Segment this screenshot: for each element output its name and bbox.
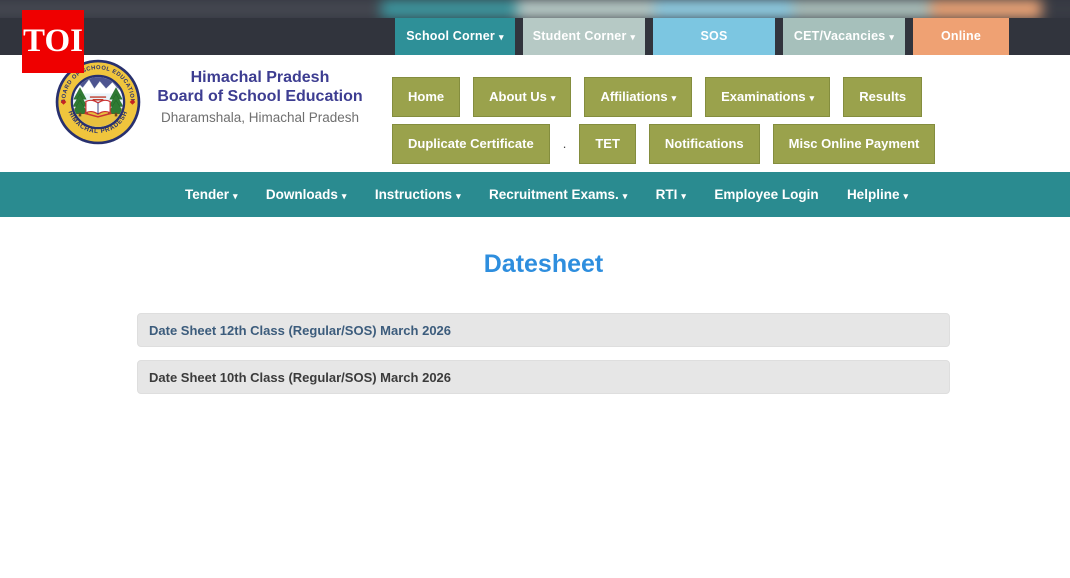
tab-label: SOS — [701, 29, 728, 43]
nav-button-notifications[interactable]: Notifications — [649, 124, 760, 164]
chevron-down-icon: ▾ — [499, 32, 504, 42]
datesheet-list: Date Sheet 12th Class (Regular/SOS) Marc… — [137, 313, 950, 407]
list-item-label: Date Sheet 10th Class (Regular/SOS) Marc… — [149, 370, 451, 385]
snav-tender[interactable]: Tender▾ — [185, 187, 238, 202]
snav-instructions[interactable]: Instructions▾ — [375, 187, 461, 202]
chevron-down-icon: ▾ — [889, 32, 894, 42]
corner-tabs: School Corner ▾ Student Corner ▾ SOS CET/V… — [395, 18, 1009, 55]
hpbose-datesheet-page: School Corner ▾ Student Corner ▾ SOS CET/V… — [0, 0, 1070, 578]
secondary-navigation-bar: Tender▾ Downloads▾ Instructions▾ Recruit… — [0, 172, 1070, 217]
tab-student-corner[interactable]: Student Corner ▾ — [523, 18, 645, 55]
tab-label: School Corner — [406, 29, 495, 43]
tab-school-corner[interactable]: School Corner ▾ — [395, 18, 515, 55]
org-title-block: Himachal Pradesh Board of School Educati… — [140, 68, 380, 125]
list-item-datesheet-12th[interactable]: Date Sheet 12th Class (Regular/SOS) Marc… — [137, 313, 950, 347]
nav-button-results[interactable]: Results — [843, 77, 922, 117]
tab-sos[interactable]: SOS — [653, 18, 775, 55]
tab-label: Student Corner — [533, 29, 627, 43]
secondary-navigation: Tender▾ Downloads▾ Instructions▾ Recruit… — [0, 172, 1070, 217]
blurred-top-strip — [0, 0, 1070, 18]
nav-button-duplicate-certificate[interactable]: Duplicate Certificate — [392, 124, 550, 164]
tab-online-services[interactable]: Online Services — [913, 18, 1009, 55]
chevron-down-icon: ▾ — [903, 191, 908, 201]
trailing-dot: . — [563, 124, 567, 164]
top-tab-band: School Corner ▾ Student Corner ▾ SOS CET/V… — [0, 0, 1070, 55]
chevron-down-icon: ▾ — [623, 191, 628, 201]
snav-rti[interactable]: RTI▾ — [656, 187, 686, 202]
nav-button-misc-online-payment[interactable]: Misc Online Payment — [773, 124, 936, 164]
org-name-line2: Board of School Education — [140, 87, 380, 106]
snav-recruitment-exams[interactable]: Recruitment Exams.▾ — [489, 187, 627, 202]
nav-button-affiliations[interactable]: Affiliations▾ — [584, 77, 692, 117]
toi-label: TOI — [23, 23, 83, 60]
tab-label: CET/Vacancies — [794, 29, 886, 43]
chevron-down-icon: ▾ — [810, 93, 815, 103]
nav-button-home[interactable]: Home — [392, 77, 460, 117]
tab-label: Online Services — [934, 29, 987, 80]
snav-helpline[interactable]: Helpline▾ — [847, 187, 908, 202]
chevron-down-icon: ▾ — [631, 32, 636, 42]
snav-downloads[interactable]: Downloads▾ — [266, 187, 347, 202]
main-navigation: Home About Us▾ Affiliations▾ Examination… — [392, 77, 1052, 164]
chevron-down-icon: ▾ — [681, 191, 686, 201]
chevron-down-icon: ▾ — [551, 93, 556, 103]
list-item-label: Date Sheet 12th Class (Regular/SOS) Marc… — [149, 323, 451, 338]
chevron-down-icon: ▾ — [342, 191, 347, 201]
emblem-open-book — [85, 100, 112, 117]
chevron-down-icon: ▾ — [672, 93, 677, 103]
nav-button-examinations[interactable]: Examinations▾ — [705, 77, 830, 117]
page-title: Datesheet — [137, 250, 950, 279]
snav-employee-login[interactable]: Employee Login — [714, 187, 818, 202]
list-item-datesheet-10th[interactable]: Date Sheet 10th Class (Regular/SOS) Marc… — [137, 360, 950, 394]
chevron-down-icon: ▾ — [456, 191, 461, 201]
nav-button-about-us[interactable]: About Us▾ — [473, 77, 571, 117]
chevron-down-icon: ▾ — [233, 191, 238, 201]
org-location: Dharamshala, Himachal Pradesh — [140, 110, 380, 125]
tab-cet-vacancies[interactable]: CET/Vacancies▾ — [783, 18, 905, 55]
toi-watermark-logo: TOI — [22, 10, 84, 73]
blurred-color-strip — [0, 0, 1070, 18]
nav-button-tet[interactable]: TET — [579, 124, 636, 164]
org-name-line1: Himachal Pradesh — [140, 68, 380, 87]
